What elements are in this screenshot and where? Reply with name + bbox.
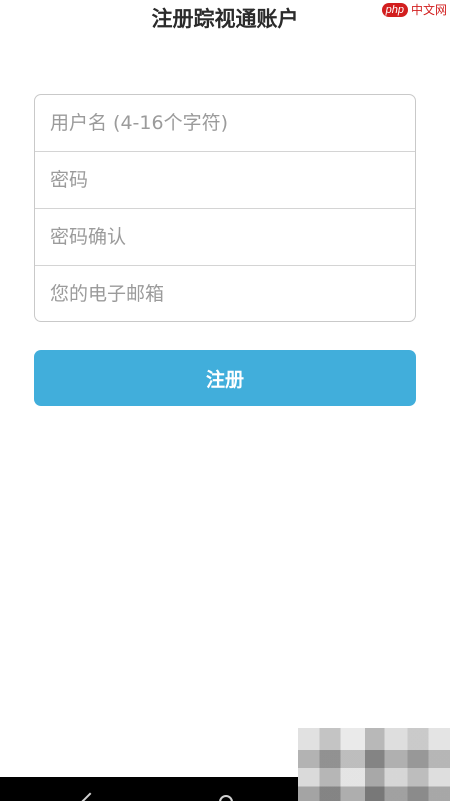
email-input[interactable] [35,266,415,321]
password-input[interactable] [35,152,415,209]
blurred-region [298,728,450,801]
username-input[interactable] [35,95,415,152]
system-nav-bar [0,777,298,801]
confirm-password-input[interactable] [35,209,415,266]
back-arrow-icon[interactable] [81,792,99,801]
watermark-badge: php [381,3,408,17]
home-circle-icon[interactable] [219,795,233,801]
site-watermark: php 中文网 [362,0,450,20]
register-button[interactable]: 注册 [34,350,416,406]
register-screen: 注册踪视通账户 php 中文网 注册 [0,0,450,801]
register-form [34,94,416,322]
watermark-text: 中文网 [410,3,447,17]
